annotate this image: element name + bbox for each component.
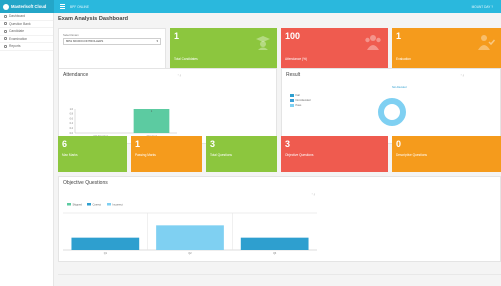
y-tick-label: 0.8 xyxy=(70,113,74,116)
y-tick-label: 1.0 xyxy=(70,108,74,111)
stat-label: Attendance (%) xyxy=(285,57,307,61)
top-bar: Masterlsoft Cloud BPF ONLINE MOUNT DAY ? xyxy=(0,0,501,13)
legend-swatch xyxy=(67,203,71,206)
stat-card-attendance[interactable]: 100 Attendance (%) xyxy=(281,28,388,70)
page-title: Exam Analysis Dashboard xyxy=(58,16,129,22)
stat-card-candidates[interactable]: 1 Total Candidates xyxy=(170,28,277,70)
stat-card-evaluation[interactable]: 1 Evaluation xyxy=(392,28,501,70)
sidebar-item-label: Reports xyxy=(9,44,21,49)
summary-card-descriptive-questions[interactable]: 0 Descriptive Questions xyxy=(392,136,501,172)
pie-annotation: Not Attended xyxy=(392,86,407,89)
exam-select-label: Select Exam xyxy=(63,33,79,37)
x-tick-label: Q1 xyxy=(104,252,108,255)
cloud-icon xyxy=(3,3,9,10)
book-icon xyxy=(4,22,7,26)
bar-correct-q1 xyxy=(71,237,140,250)
exam-icon xyxy=(4,37,7,41)
summary-label: Objective Questions xyxy=(285,153,314,157)
stat-value: 1 xyxy=(396,31,402,41)
footer-divider xyxy=(58,274,501,278)
y-tick-label: 0.6 xyxy=(70,117,74,120)
result-donut-chart xyxy=(378,98,406,126)
sidebar-item-dashboard[interactable]: Dashboard xyxy=(0,13,53,21)
summary-card-passing-marks[interactable]: 1 Passing Marks xyxy=(131,136,202,172)
sidebar-item-examination[interactable]: Examination xyxy=(0,36,53,43)
legend-label: Skipped xyxy=(73,202,83,206)
legend-swatch xyxy=(107,203,111,206)
bar-incorrect-q2 xyxy=(156,225,224,250)
summary-card-objective-questions[interactable]: 3 Objective Questions xyxy=(281,136,388,172)
main-content: Exam Analysis Dashboard Select Exam 8051… xyxy=(54,13,501,286)
summary-card-max-marks[interactable]: 6 Max Marks xyxy=(58,136,127,172)
sidebar-item-question-bank[interactable]: Question Bank xyxy=(0,21,53,28)
summary-label: Max Marks xyxy=(62,153,78,157)
objective-panel: Objective Questions ◔ ⤓ Skipped Correct In… xyxy=(58,176,501,262)
attendance-svg: 1.00.80.60.40.20.0Not AttendedAppeared1 xyxy=(70,108,177,138)
app-name: Masterlsoft Cloud xyxy=(11,4,47,9)
objective-chart: Skipped Correct Incorrect Q1 Q2 Q3 xyxy=(59,177,501,263)
x-tick-label: Q3 xyxy=(273,252,277,255)
summary-label: Descriptive Questions xyxy=(396,153,428,157)
sidebar-item-label: Dashboard xyxy=(9,14,26,19)
top-nav-link[interactable]: BPF ONLINE xyxy=(70,5,89,9)
user-check-icon xyxy=(478,35,495,50)
legend-item-not-attended: Not Attended xyxy=(290,99,311,102)
y-tick-label: 0.2 xyxy=(70,127,74,130)
summary-label: Total Questions xyxy=(210,153,232,157)
menu-toggle-icon[interactable] xyxy=(60,4,65,9)
attendance-chart: 1.00.80.60.40.20.0Not AttendedAppeared1 xyxy=(59,69,278,145)
summary-value: 3 xyxy=(210,139,216,149)
summary-value: 3 xyxy=(285,139,291,149)
summary-value: 6 xyxy=(62,139,68,149)
bar-correct-q3 xyxy=(240,237,309,250)
app-logo[interactable]: Masterlsoft Cloud xyxy=(0,0,54,13)
dashboard-icon xyxy=(4,14,7,18)
sidebar-item-label: Question Bank xyxy=(9,21,31,26)
summary-label: Passing Marks xyxy=(135,153,156,157)
y-tick-label: 0.4 xyxy=(70,122,74,125)
y-tick-label: 0.0 xyxy=(70,132,74,135)
objective-svg: Skipped Correct Incorrect Q1 Q2 Q3 xyxy=(63,202,317,255)
stat-value: 100 xyxy=(285,31,301,41)
stat-label: Total Candidates xyxy=(174,57,198,61)
panel-tools-icons[interactable]: ◔ ⤓ xyxy=(460,73,464,77)
result-title: Result xyxy=(286,72,301,78)
exam-select-value: 8051 MICROCONTROLLERS xyxy=(66,39,104,43)
sidebar-item-candidate[interactable]: Candidate xyxy=(0,28,53,36)
legend-label: Correct xyxy=(93,202,102,206)
stat-value: 1 xyxy=(174,31,180,41)
summary-card-total-questions[interactable]: 3 Total Questions xyxy=(206,136,277,172)
report-icon xyxy=(4,44,7,48)
result-panel: Result ◔ ⤓ Fail Not Attended Pass Not At… xyxy=(281,68,501,144)
group-icon xyxy=(365,35,381,50)
x-tick-label: Q2 xyxy=(188,252,192,255)
chevron-down-icon: ▾ xyxy=(156,39,158,43)
graduate-icon xyxy=(256,36,270,50)
attendance-panel: Attendance ◔ ⤓ 1.00.80.60.40.20.0Not Att… xyxy=(58,68,277,144)
summary-value: 1 xyxy=(135,139,141,149)
user-icon xyxy=(4,29,7,33)
sidebar: Dashboard Question Bank Candidate Examin… xyxy=(0,13,54,286)
summary-value: 0 xyxy=(396,139,402,149)
exam-select-panel: Select Exam 8051 MICROCONTROLLERS ▾ xyxy=(58,28,166,70)
sidebar-item-label: Examination xyxy=(9,36,28,41)
sidebar-item-label: Candidate xyxy=(9,29,25,34)
legend-label: Incorrect xyxy=(113,202,123,206)
legend-item-pass: Pass xyxy=(290,104,301,107)
user-menu[interactable]: MOUNT DAY ? xyxy=(472,5,493,9)
legend-item-fail: Fail xyxy=(290,94,300,97)
exam-select-dropdown[interactable]: 8051 MICROCONTROLLERS ▾ xyxy=(63,38,161,45)
sidebar-item-reports[interactable]: Reports xyxy=(0,43,53,51)
legend-swatch xyxy=(87,203,91,206)
stat-label: Evaluation xyxy=(396,57,411,61)
pie-slice-pass xyxy=(378,98,406,126)
